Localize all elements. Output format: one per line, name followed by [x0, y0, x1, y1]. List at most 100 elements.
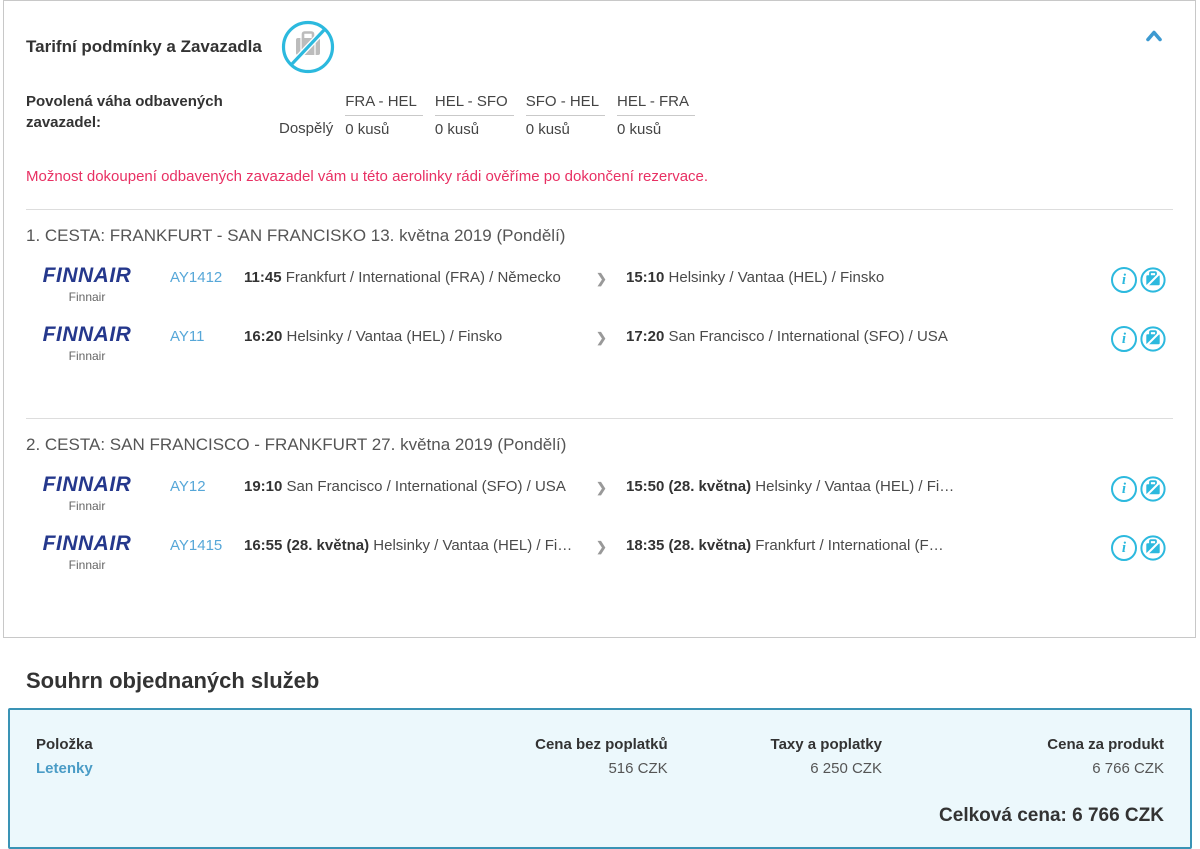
departure-info: 19:10 San Francisco / International (SFO…: [244, 475, 596, 497]
segment-allowance: 0 kusů: [345, 121, 390, 138]
arrival-time: 18:35: [626, 537, 665, 554]
baggage-allowance-label: Povolená váha odbavených zavazadel:: [26, 93, 223, 131]
departure-place: Frankfurt / International (FRA) / Německ…: [285, 269, 561, 286]
segment-header: FRA - HEL: [345, 91, 423, 116]
summary-col-taxes: Taxy a poplatky: [770, 736, 882, 753]
arrival-info: 17:20 San Francisco / International (SFO…: [626, 325, 1111, 347]
departure-place: San Francisco / International (SFO) / US…: [286, 478, 566, 495]
journey-section-1: 1. CESTA: FRANKFURT - SAN FRANCISKO 13. …: [26, 209, 1173, 396]
departure-time: 16:20: [244, 328, 283, 345]
baggage-segment-column: SFO - HEL 0 kusů: [525, 91, 606, 140]
summary-item-link[interactable]: Letenky: [36, 760, 465, 777]
departure-info: 16:55 (28. května) Helsinky / Vantaa (HE…: [244, 534, 596, 556]
info-icon[interactable]: i: [1111, 326, 1137, 352]
flight-row-icons: i: [1111, 534, 1173, 561]
chevron-right-icon: ❯: [596, 271, 607, 286]
summary-col-net-price: Cena bez poplatků: [535, 736, 668, 753]
baggage-segment-column: FRA - HEL 0 kusů: [345, 91, 423, 140]
chevron-right-icon: ❯: [596, 539, 607, 554]
summary-taxes: 6 250 CZK: [810, 760, 882, 777]
total-price: Celková cena: 6 766 CZK: [939, 805, 1164, 826]
baggage-allowance-block: Povolená váha odbavených zavazadel: Dosp…: [26, 91, 1173, 140]
collapse-chevron-up-icon[interactable]: [1145, 29, 1163, 43]
segment-allowance: 0 kusů: [434, 121, 480, 138]
airline-name: Finnair: [68, 499, 106, 513]
flight-row-icons: i: [1111, 325, 1173, 352]
fare-card-title: Tarifní podmínky a Zavazadla: [26, 37, 262, 56]
flight-row-icons: i: [1111, 266, 1173, 293]
flight-number-link[interactable]: AY11: [170, 325, 244, 347]
fare-conditions-card: Tarifní podmínky a Zavazadla Povolená vá…: [3, 0, 1196, 638]
arrival-info: 15:10 Helsinky / Vantaa (HEL) / Finsko: [626, 266, 1111, 288]
info-icon[interactable]: i: [1111, 267, 1137, 293]
departure-place: Helsinky / Vantaa (HEL) / Fi…: [373, 537, 573, 554]
chevron-right-icon: ❯: [596, 480, 607, 495]
airline-name: Finnair: [68, 558, 106, 572]
flight-row: FINNAIR Finnair AY1415 16:55 (28. května…: [26, 528, 1173, 587]
arrival-time: 15:50: [626, 478, 665, 495]
arrival-date: (28. května): [668, 478, 752, 495]
summary-col-item: Položka: [36, 736, 93, 753]
segment-header: HEL - FRA: [617, 91, 695, 116]
arrival-place: Helsinky / Vantaa (HEL) / Fi…: [755, 478, 955, 495]
departure-info: 16:20 Helsinky / Vantaa (HEL) / Finsko: [244, 325, 596, 347]
airline-logo-block: FINNAIR Finnair: [26, 533, 148, 575]
arrival-date: (28. května): [668, 537, 752, 554]
arrival-info: 15:50 (28. května) Helsinky / Vantaa (HE…: [626, 475, 1111, 497]
departure-time: 19:10: [244, 478, 283, 495]
airline-name: Finnair: [68, 290, 106, 304]
no-baggage-icon[interactable]: [1140, 476, 1166, 502]
departure-place: Helsinky / Vantaa (HEL) / Finsko: [286, 328, 503, 345]
baggage-allowance-table: Dospělý FRA - HEL 0 kusů HEL - SFO 0 kus…: [279, 91, 707, 140]
finnair-logo: FINNAIR: [42, 323, 132, 346]
flight-row: FINNAIR Finnair AY12 19:10 San Francisco…: [26, 469, 1173, 528]
arrival-time: 15:10: [626, 269, 665, 286]
finnair-logo: FINNAIR: [42, 264, 132, 287]
airline-name: Finnair: [68, 349, 106, 363]
order-summary-panel: Položka Cena bez poplatků Taxy a poplatk…: [8, 708, 1192, 849]
segment-allowance: 0 kusů: [525, 121, 570, 138]
baggage-segment-column: HEL - SFO 0 kusů: [434, 91, 514, 140]
airline-logo-block: FINNAIR Finnair: [26, 473, 148, 516]
flight-row-icons: i: [1111, 475, 1173, 502]
departure-time: 11:45: [244, 269, 282, 286]
journey-title: 2. CESTA: SAN FRANCISCO - FRANKFURT 27. …: [26, 435, 567, 454]
info-icon[interactable]: i: [1111, 535, 1137, 561]
baggage-row-label-column: Dospělý: [279, 118, 333, 140]
segment-allowance: 0 kusů: [617, 121, 662, 138]
journey-section-2: 2. CESTA: SAN FRANCISCO - FRANKFURT 27. …: [26, 418, 1173, 605]
summary-heading: Souhrn objednaných služeb: [26, 668, 320, 693]
no-baggage-icon[interactable]: [1140, 535, 1166, 561]
fare-card-header: Tarifní podmínky a Zavazadla: [26, 1, 1173, 75]
arrival-info: 18:35 (28. května) Frankfurt / Internati…: [626, 534, 1111, 556]
summary-product-price: 6 766 CZK: [1092, 760, 1164, 777]
baggage-purchase-notice: Možnost dokoupení odbavených zavazadel v…: [26, 168, 709, 185]
no-baggage-icon: [281, 20, 334, 74]
finnair-logo: FINNAIR: [42, 473, 132, 496]
flight-number-link[interactable]: AY12: [170, 475, 244, 497]
departure-date: (28. května): [286, 537, 370, 554]
baggage-segment-column: HEL - FRA 0 kusů: [617, 91, 695, 140]
departure-info: 11:45 Frankfurt / International (FRA) / …: [244, 266, 596, 288]
segment-header: HEL - SFO: [434, 91, 514, 116]
summary-table: Položka Cena bez poplatků Taxy a poplatk…: [36, 736, 1164, 777]
arrival-place: Helsinky / Vantaa (HEL) / Finsko: [668, 269, 885, 286]
segment-header: SFO - HEL: [525, 91, 606, 116]
no-baggage-icon[interactable]: [1140, 326, 1166, 352]
arrival-place: San Francisco / International (SFO) / US…: [668, 328, 948, 345]
flight-number-link[interactable]: AY1412: [170, 266, 244, 288]
flight-number-link[interactable]: AY1415: [170, 534, 244, 556]
flight-row: FINNAIR Finnair AY1412 11:45 Frankfurt /…: [26, 260, 1173, 319]
journey-title: 1. CESTA: FRANKFURT - SAN FRANCISKO 13. …: [26, 226, 566, 245]
arrival-time: 17:20: [626, 328, 665, 345]
chevron-right-icon: ❯: [596, 330, 607, 345]
no-baggage-icon[interactable]: [1140, 267, 1166, 293]
info-icon[interactable]: i: [1111, 476, 1137, 502]
airline-logo-block: FINNAIR Finnair: [26, 264, 148, 307]
departure-time: 16:55: [244, 537, 283, 554]
arrival-place: Frankfurt / International (F…: [755, 537, 944, 554]
summary-net-price: 516 CZK: [608, 760, 668, 777]
baggage-passenger-type: Dospělý: [279, 120, 334, 137]
flight-row: FINNAIR Finnair AY11 16:20 Helsinky / Va…: [26, 319, 1173, 378]
airline-logo-block: FINNAIR Finnair: [26, 323, 148, 366]
